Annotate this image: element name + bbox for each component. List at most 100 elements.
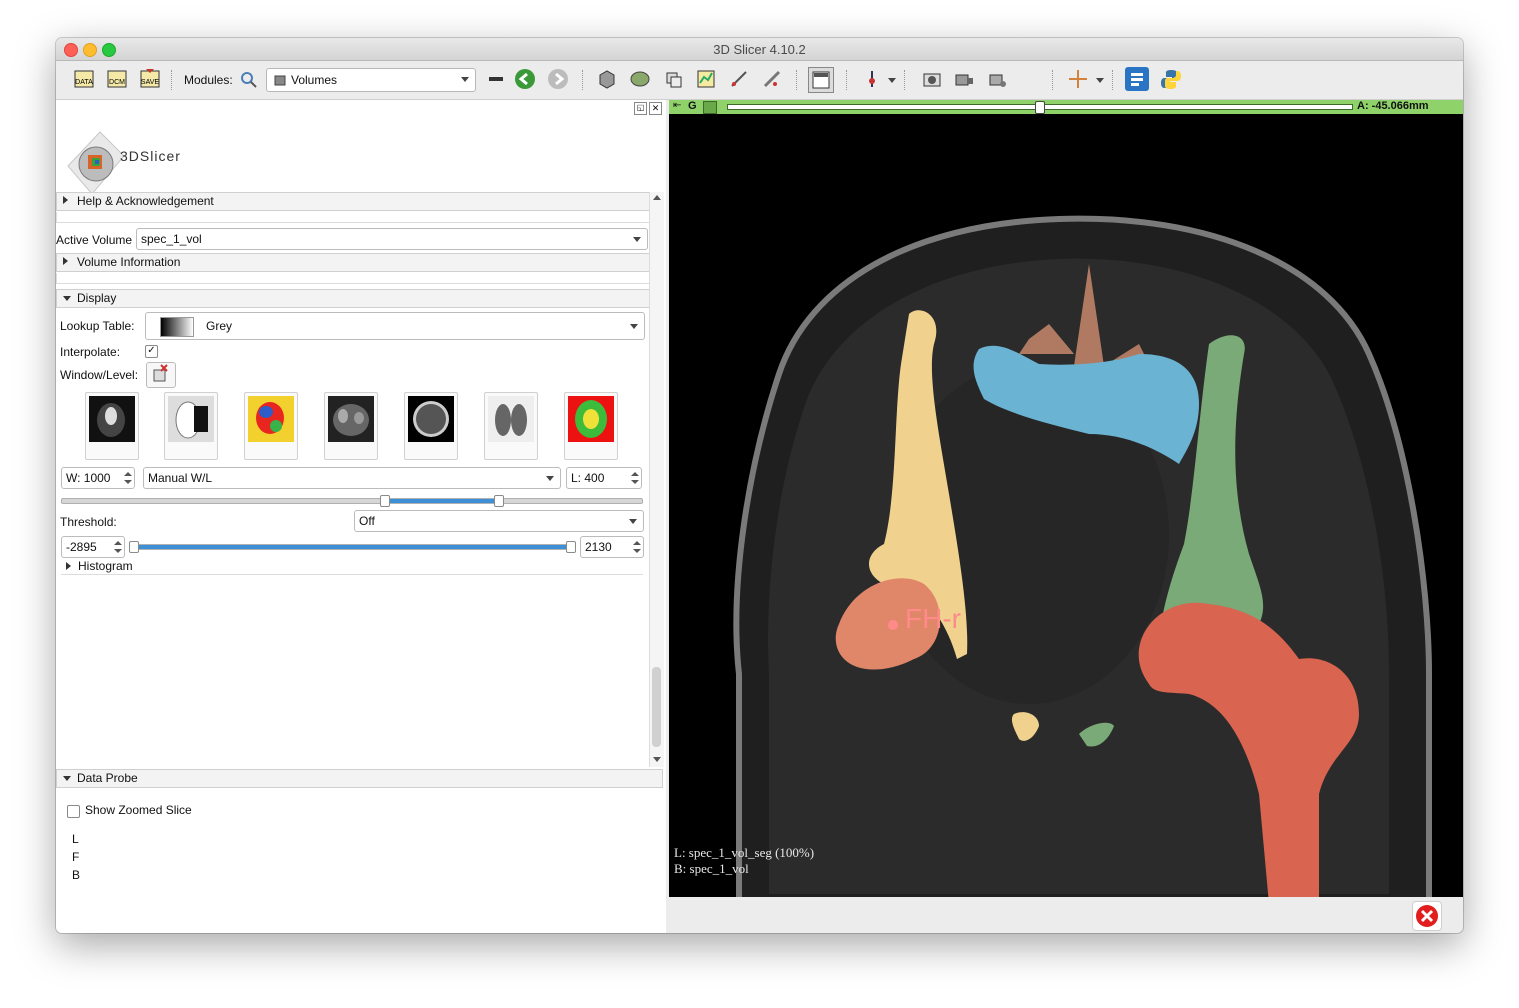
scene-camera-icon — [955, 74, 973, 86]
module-history-button[interactable] — [484, 67, 508, 91]
preset-ct-lung[interactable] — [484, 392, 538, 460]
spin-arrows-icon[interactable] — [124, 470, 132, 486]
scene-view-button[interactable] — [952, 67, 976, 91]
window-max-handle[interactable] — [494, 495, 504, 507]
volume-cube-icon — [274, 75, 286, 86]
ct-lung-preset-icon — [488, 396, 534, 442]
probe-row-l: L — [72, 832, 79, 846]
layers-icon — [666, 72, 682, 88]
threshold-min-spinbox[interactable]: -2895 — [61, 536, 125, 558]
display-section-header[interactable]: Display — [56, 289, 650, 308]
probe-row-f: F — [72, 850, 80, 864]
preset-ct-abdomen[interactable] — [324, 392, 378, 460]
layout-icon — [812, 71, 830, 89]
scroll-down-icon[interactable] — [653, 757, 661, 762]
ct-air-preset-icon — [168, 396, 214, 442]
level-spinbox[interactable]: L: 400 — [566, 467, 642, 489]
preset-ct-brain[interactable] — [404, 392, 458, 460]
window-spinbox[interactable]: W: 1000 — [61, 467, 135, 489]
interpolate-checkbox[interactable]: ✓ — [145, 345, 158, 358]
threshold-range-fill — [134, 545, 570, 549]
toolbar-separator — [1052, 70, 1054, 90]
ct-bone-preset-icon — [89, 396, 135, 442]
active-volume-selector[interactable]: spec_1_vol — [136, 228, 648, 250]
ruler-button[interactable] — [727, 67, 751, 91]
back-button[interactable] — [513, 67, 537, 91]
modules-label: Modules: — [184, 73, 233, 87]
transforms-button[interactable] — [662, 67, 686, 91]
cube-icon — [599, 70, 615, 89]
lookup-table-selector[interactable]: Grey — [145, 312, 645, 340]
threshold-mode-selector[interactable]: Off — [354, 510, 644, 532]
dicom-icon: DCM — [107, 70, 127, 88]
segmentation-button[interactable] — [628, 67, 652, 91]
spin-arrows-icon[interactable] — [631, 470, 639, 486]
window-level-mode-selector[interactable]: Manual W/L — [143, 467, 561, 489]
pencil-icon — [763, 70, 781, 88]
markups-button[interactable] — [694, 67, 718, 91]
slicer-logo: 3DSlicer — [56, 100, 656, 195]
save-button[interactable]: SAVE — [138, 67, 162, 91]
show-zoomed-slice-checkbox[interactable] — [67, 805, 80, 818]
models-button[interactable] — [595, 67, 619, 91]
python-console-button[interactable] — [1159, 67, 1183, 91]
screenshot-button[interactable] — [920, 67, 944, 91]
window-title: 3D Slicer 4.10.2 — [713, 42, 806, 57]
slice-offset-handle[interactable] — [1035, 101, 1045, 114]
preset-ct-bone[interactable] — [85, 392, 139, 460]
logo-text: 3DSlicer — [120, 148, 181, 164]
threshold-max-handle[interactable] — [566, 541, 576, 553]
load-data-button[interactable]: DATA — [72, 67, 96, 91]
link-icon[interactable] — [703, 101, 717, 114]
spin-arrows-icon[interactable] — [114, 539, 122, 555]
threshold-min-handle[interactable] — [129, 541, 139, 553]
threshold-min-value: -2895 — [66, 540, 97, 554]
slice-viewer[interactable]: ⇤ G A: -45.066mm FH-r L: spec_1_vol_seg … — [669, 100, 1463, 897]
window-level-edit-button[interactable] — [146, 362, 176, 388]
panel-scrollbar[interactable] — [649, 192, 664, 767]
ct-slice-image[interactable]: FH-r — [669, 114, 1463, 897]
dicom-button[interactable]: DCM — [105, 67, 129, 91]
arrow-right-icon — [548, 69, 568, 89]
chevron-down-icon[interactable] — [888, 78, 896, 83]
scroll-up-icon[interactable] — [653, 195, 661, 200]
preset-ct-air[interactable] — [164, 392, 218, 460]
extension-manager-button[interactable] — [1125, 67, 1149, 91]
spin-arrows-icon[interactable] — [633, 539, 641, 555]
data-probe-label: Data Probe — [77, 771, 138, 785]
svg-text:DCM: DCM — [109, 79, 125, 86]
chevron-down-icon — [461, 77, 469, 82]
editor-button[interactable] — [760, 67, 784, 91]
data-probe-section-header[interactable]: Data Probe — [56, 769, 663, 788]
crosshair-button[interactable] — [1066, 67, 1090, 91]
window-min-handle[interactable] — [380, 495, 390, 507]
expanded-arrow-icon — [63, 776, 71, 781]
chevron-down-icon[interactable] — [1096, 78, 1104, 83]
crosshair-placement-button[interactable] — [860, 67, 884, 91]
help-section-header[interactable]: Help & Acknowledgement — [56, 192, 650, 211]
threshold-max-spinbox[interactable]: 2130 — [580, 536, 644, 558]
threshold-max-value: 2130 — [585, 540, 612, 554]
lookup-table-label: Lookup Table: — [60, 319, 135, 333]
preset-pet[interactable] — [244, 392, 298, 460]
window-value: W: 1000 — [66, 471, 111, 485]
error-log-button[interactable] — [1412, 901, 1442, 931]
toolbar-separator — [171, 70, 173, 90]
histogram-section-header[interactable]: Histogram — [61, 558, 643, 575]
scene-restore-button[interactable] — [986, 67, 1010, 91]
level-value: L: 400 — [571, 471, 605, 485]
module-selector[interactable]: Volumes — [266, 68, 476, 92]
data-icon: DATA — [74, 70, 94, 88]
layout-button[interactable] — [808, 67, 834, 93]
main-toolbar: DATA DCM SAVE Modules: Volumes — [56, 61, 1463, 100]
volume-info-section-header[interactable]: Volume Information — [56, 253, 650, 272]
fiducial-label: FH-r — [905, 603, 961, 634]
preset-dti[interactable] — [564, 392, 618, 460]
pin-icon[interactable]: ⇤ — [673, 100, 681, 111]
forward-button[interactable] — [546, 67, 570, 91]
window-level-slider[interactable] — [61, 498, 643, 504]
crosshair-icon — [1069, 70, 1087, 88]
ct-brain-preset-icon — [408, 396, 454, 442]
module-search-button[interactable] — [237, 68, 261, 92]
scrollbar-thumb[interactable] — [652, 667, 661, 747]
